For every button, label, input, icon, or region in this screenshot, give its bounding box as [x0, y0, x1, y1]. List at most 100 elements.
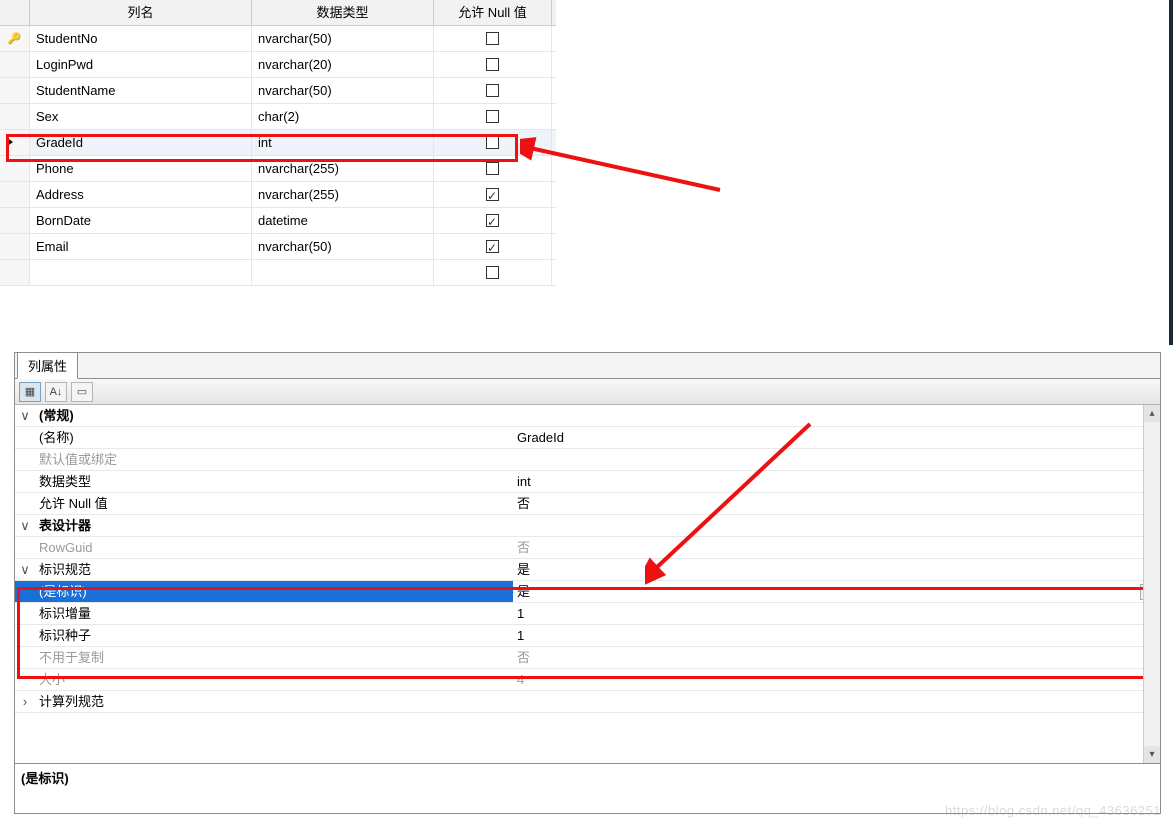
cell-column-name[interactable]: GradeId — [30, 130, 252, 155]
cell-column-name[interactable]: Address — [30, 182, 252, 207]
cell-column-name[interactable]: Sex — [30, 104, 252, 129]
scroll-up-icon[interactable]: ▴ — [1144, 405, 1160, 422]
prop-datatype[interactable]: 数据类型 int — [15, 471, 1160, 493]
cell-allow-null[interactable] — [434, 234, 552, 259]
alphabetical-view-button[interactable]: A↓ — [45, 382, 67, 402]
property-pages-button[interactable]: ▭ — [71, 382, 93, 402]
scroll-down-icon[interactable]: ▾ — [1144, 746, 1160, 763]
row-gutter[interactable] — [0, 234, 30, 259]
cell-allow-null[interactable] — [434, 260, 552, 285]
row-gutter[interactable]: 🔑 — [0, 26, 30, 51]
table-row[interactable]: Addressnvarchar(255) — [0, 182, 556, 208]
cell-allow-null[interactable] — [434, 104, 552, 129]
row-gutter[interactable] — [0, 208, 30, 233]
cell-allow-null[interactable] — [434, 182, 552, 207]
cell-column-name[interactable]: StudentNo — [30, 26, 252, 51]
cell-allow-null[interactable] — [434, 156, 552, 181]
cell-data-type[interactable]: char(2) — [252, 104, 434, 129]
row-gutter[interactable] — [0, 182, 30, 207]
cell-allow-null[interactable] — [434, 52, 552, 77]
cell-data-type[interactable]: datetime — [252, 208, 434, 233]
cell-column-name[interactable] — [30, 260, 252, 285]
expand-icon[interactable]: ∨ — [15, 405, 35, 426]
prop-default[interactable]: 默认值或绑定 — [15, 449, 1160, 471]
table-row[interactable]: BornDatedatetime — [0, 208, 556, 234]
vertical-scrollbar[interactable]: ▴ ▾ — [1143, 405, 1160, 763]
row-gutter[interactable] — [0, 104, 30, 129]
expand-icon[interactable]: ∨ — [15, 515, 35, 536]
row-gutter[interactable] — [0, 78, 30, 103]
cell-allow-null[interactable] — [434, 78, 552, 103]
cell-allow-null[interactable] — [434, 26, 552, 51]
grid-header-colname[interactable]: 列名 — [30, 0, 252, 25]
cell-data-type[interactable]: nvarchar(50) — [252, 26, 434, 51]
row-gutter[interactable] — [0, 156, 30, 181]
cell-column-name[interactable]: StudentName — [30, 78, 252, 103]
cell-data-type[interactable]: nvarchar(20) — [252, 52, 434, 77]
grid-header-allownull[interactable]: 允许 Null 值 — [434, 0, 552, 25]
prop-rowguid[interactable]: RowGuid 否 — [15, 537, 1160, 559]
allow-null-checkbox[interactable] — [486, 110, 499, 123]
cell-data-type[interactable]: nvarchar(255) — [252, 182, 434, 207]
cell-data-type[interactable] — [252, 260, 434, 285]
cell-allow-null[interactable] — [434, 130, 552, 155]
prop-computed[interactable]: › 计算列规范 — [15, 691, 1160, 713]
prop-label: 默认值或绑定 — [35, 449, 513, 470]
allow-null-checkbox[interactable] — [486, 214, 499, 227]
cell-column-name[interactable]: Phone — [30, 156, 252, 181]
prop-notforrepl[interactable]: 不用于复制 否 — [15, 647, 1160, 669]
prop-identity-seed[interactable]: 标识种子 1 — [15, 625, 1160, 647]
prop-value[interactable] — [513, 691, 1160, 712]
table-row[interactable]: Emailnvarchar(50) — [0, 234, 556, 260]
cell-column-name[interactable]: Email — [30, 234, 252, 259]
prop-value[interactable]: 否 — [513, 493, 1160, 514]
cell-column-name[interactable]: LoginPwd — [30, 52, 252, 77]
cell-data-type[interactable]: nvarchar(255) — [252, 156, 434, 181]
expand-icon[interactable]: › — [15, 691, 35, 712]
row-gutter[interactable] — [0, 130, 30, 155]
cell-data-type[interactable]: int — [252, 130, 434, 155]
allow-null-checkbox[interactable] — [486, 32, 499, 45]
allow-null-checkbox[interactable] — [486, 58, 499, 71]
row-gutter[interactable] — [0, 260, 30, 285]
cell-allow-null[interactable] — [434, 208, 552, 233]
prop-value[interactable]: GradeId — [513, 427, 1160, 448]
prop-value[interactable] — [513, 449, 1160, 470]
allow-null-checkbox[interactable] — [486, 266, 499, 279]
prop-value[interactable]: 1 — [513, 603, 1160, 624]
allow-null-checkbox[interactable] — [486, 136, 499, 149]
row-gutter[interactable] — [0, 52, 30, 77]
prop-group-tabledesigner[interactable]: ∨ 表设计器 — [15, 515, 1160, 537]
tab-column-properties[interactable]: 列属性 — [17, 352, 78, 379]
cell-column-name[interactable]: BornDate — [30, 208, 252, 233]
prop-value[interactable]: int — [513, 471, 1160, 492]
prop-group-general[interactable]: ∨ (常规) — [15, 405, 1160, 427]
grid-header-datatype[interactable]: 数据类型 — [252, 0, 434, 25]
prop-size[interactable]: 大小 4 — [15, 669, 1160, 691]
prop-value[interactable]: 是 ▾ — [513, 581, 1160, 602]
table-row[interactable]: Phonenvarchar(255) — [0, 156, 556, 182]
prop-identity-increment[interactable]: 标识增量 1 — [15, 603, 1160, 625]
table-row[interactable]: StudentNamenvarchar(50) — [0, 78, 556, 104]
prop-name[interactable]: (名称) GradeId — [15, 427, 1160, 449]
prop-label: 标识增量 — [35, 603, 513, 624]
allow-null-checkbox[interactable] — [486, 84, 499, 97]
cell-data-type[interactable]: nvarchar(50) — [252, 234, 434, 259]
prop-value[interactable]: 是 — [513, 559, 1160, 580]
table-row[interactable]: LoginPwdnvarchar(20) — [0, 52, 556, 78]
table-row[interactable] — [0, 260, 556, 286]
prop-identity-spec[interactable]: ∨ 标识规范 是 — [15, 559, 1160, 581]
table-row[interactable]: 🔑StudentNonvarchar(50) — [0, 26, 556, 52]
table-row[interactable]: Sexchar(2) — [0, 104, 556, 130]
table-row[interactable]: GradeIdint — [0, 130, 556, 156]
allow-null-checkbox[interactable] — [486, 188, 499, 201]
allow-null-checkbox[interactable] — [486, 240, 499, 253]
categorized-view-button[interactable]: ▦ — [19, 382, 41, 402]
prop-is-identity[interactable]: (是标识) 是 ▾ — [15, 581, 1160, 603]
expand-icon[interactable]: ∨ — [15, 559, 35, 580]
cell-data-type[interactable]: nvarchar(50) — [252, 78, 434, 103]
prop-label: (名称) — [35, 427, 513, 448]
prop-allownull[interactable]: 允许 Null 值 否 — [15, 493, 1160, 515]
allow-null-checkbox[interactable] — [486, 162, 499, 175]
prop-value[interactable]: 1 — [513, 625, 1160, 646]
